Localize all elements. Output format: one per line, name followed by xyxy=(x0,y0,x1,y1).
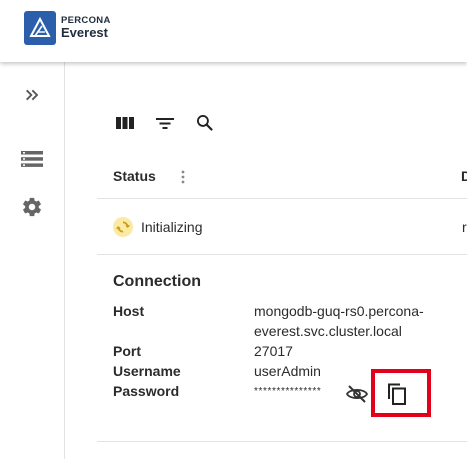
header-divider xyxy=(97,198,467,199)
username-label: Username xyxy=(113,363,181,379)
password-label: Password xyxy=(113,383,180,399)
column-menu-button[interactable] xyxy=(177,168,189,186)
connection-bottom-divider xyxy=(97,441,467,442)
connection-title: Connection xyxy=(113,273,201,290)
top-header: PERCONA Everest xyxy=(0,0,467,62)
host-value-line1: mongodb-guq-rs0.percona- xyxy=(254,303,424,319)
column-header-truncated[interactable]: D xyxy=(461,168,467,184)
search-button[interactable] xyxy=(193,111,217,135)
status-label: Initializing xyxy=(141,219,203,235)
password-value: *************** xyxy=(254,386,322,397)
copy-icon xyxy=(388,383,406,405)
filter-icon xyxy=(156,118,174,129)
search-icon xyxy=(197,115,213,131)
eye-off-icon xyxy=(345,385,369,403)
filter-button[interactable] xyxy=(153,111,177,135)
port-value: 27017 xyxy=(254,343,293,359)
sidebar-item-databases[interactable] xyxy=(20,147,44,171)
expand-sidebar-button[interactable] xyxy=(20,83,44,107)
row-next-column-fragment: r xyxy=(462,219,467,235)
copy-password-button[interactable] xyxy=(385,382,409,406)
sidebar-item-settings[interactable] xyxy=(20,195,44,219)
port-label: Port xyxy=(113,343,141,359)
brand-line2: Everest xyxy=(61,25,108,40)
more-vert-icon xyxy=(181,170,185,184)
host-value-line2: everest.svc.cluster.local xyxy=(254,323,402,339)
columns-icon xyxy=(116,117,134,129)
initializing-status-icon xyxy=(113,217,133,237)
columns-button[interactable] xyxy=(113,111,137,135)
percona-logo-icon[interactable] xyxy=(24,11,56,45)
show-password-button[interactable] xyxy=(345,382,369,406)
host-label: Host xyxy=(113,303,145,319)
database-list-icon xyxy=(21,151,43,167)
column-header-status[interactable]: Status xyxy=(113,168,156,184)
gear-icon xyxy=(23,197,41,217)
username-value: userAdmin xyxy=(254,363,321,379)
chevrons-right-icon xyxy=(26,89,39,101)
row-divider xyxy=(97,254,467,255)
sidebar xyxy=(0,62,65,459)
